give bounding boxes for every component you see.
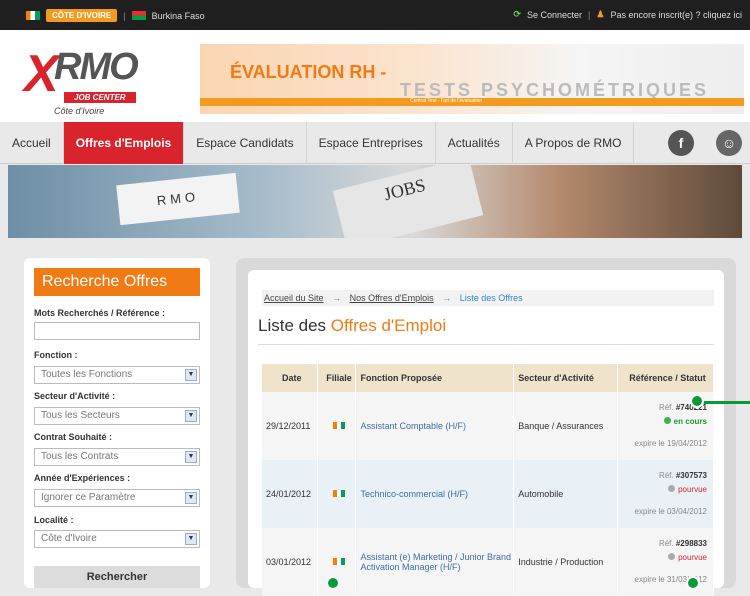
ivory-coast-flag-icon — [332, 490, 345, 497]
row-date: 29/12/2011 — [262, 392, 319, 460]
register-link[interactable]: Pas encore inscrit(e) ? cliquez ici — [610, 10, 742, 20]
keyword-input[interactable] — [34, 322, 200, 340]
col-branch[interactable]: Filiale — [317, 364, 357, 392]
page-title: Liste des Offres d'Emploi — [258, 316, 447, 335]
contract-select[interactable]: Tous les Contrats ▼ — [34, 448, 200, 466]
nav-item-candidates[interactable]: Espace Candidats — [184, 121, 307, 164]
main-nav: Accueil Offres d'Emplois Espace Candidat… — [0, 121, 750, 164]
annotation-marker — [690, 394, 704, 408]
chevron-down-icon: ▼ — [185, 451, 197, 463]
row-sector: Banque / Assurances — [513, 392, 619, 460]
nav-item-news[interactable]: Actualités — [436, 121, 513, 164]
experience-select[interactable]: Ignorer ce Paramètre ▼ — [34, 489, 200, 507]
ivory-coast-flag-icon — [332, 422, 345, 429]
divider — [258, 344, 714, 345]
sector-select[interactable]: Tous les Secteurs ▼ — [34, 407, 200, 425]
breadcrumb-home[interactable]: Accueil du Site — [264, 293, 324, 303]
arrow-right-icon: → — [442, 293, 452, 303]
col-reference[interactable]: Référence / Statut — [617, 364, 714, 392]
skype-icon[interactable]: ☺ — [716, 130, 742, 156]
hero-card: RMO — [116, 172, 240, 226]
chevron-down-icon: ▼ — [185, 533, 197, 545]
user-icon: ♟ — [596, 9, 605, 19]
country-ivory-coast-link[interactable]: CÔTE D'IVOIRE — [46, 9, 118, 22]
nav-item-home[interactable]: Accueil — [0, 121, 64, 164]
function-select[interactable]: Toutes les Fonctions ▼ — [34, 366, 200, 384]
hero-image: RMO JOBS — [8, 165, 742, 238]
status-badge: pourvue — [678, 553, 707, 562]
nav-item-about[interactable]: A Propos de RMO — [513, 121, 635, 164]
top-bar: CÔTE D'IVOIRE | Burkina Faso ⟳ Se Connec… — [0, 0, 750, 30]
location-select[interactable]: Côte d'Ivoire ▼ — [34, 530, 200, 548]
header: X RMO JOB CENTER Côte d'Ivoire ÉVALUATIO… — [0, 30, 750, 122]
row-sector: Industrie / Production — [513, 528, 619, 596]
row-reference: Réf. #307573 pourvue expire le 03/04/201… — [617, 460, 714, 528]
status-filled-icon — [668, 553, 676, 560]
status-filled-icon — [668, 485, 676, 492]
search-title: Recherche Offres — [34, 268, 200, 296]
nav-item-companies[interactable]: Espace Entreprises — [307, 121, 436, 164]
facebook-icon[interactable]: f — [668, 130, 694, 156]
login-icon: ⟳ — [513, 9, 521, 19]
status-badge: pourvue — [678, 485, 707, 494]
job-title-link[interactable]: Technico-commercial (H/F) — [360, 489, 468, 499]
contract-label: Contrat Souhaité : — [34, 432, 112, 442]
job-title-link[interactable]: Assistant (e) Marketing / Junior Brand A… — [360, 552, 511, 572]
offers-table: Date Filiale Fonction Proposée Secteur d… — [262, 364, 714, 596]
login-link[interactable]: Se Connecter — [527, 10, 582, 20]
row-date: 24/01/2012 — [262, 460, 319, 528]
evaluation-banner[interactable]: ÉVALUATION RH - TESTS PSYCHOMÉTRIQUES Ce… — [200, 44, 744, 114]
breadcrumb-offers[interactable]: Nos Offres d'Emplois — [350, 293, 434, 303]
arrow-right-icon: → — [332, 293, 342, 303]
sector-label: Secteur d'Activité : — [34, 391, 116, 401]
offers-panel: Accueil du Site → Nos Offres d'Emplois →… — [236, 258, 736, 596]
table-row[interactable]: 29/12/2011 Assistant Comptable (H/F) Ban… — [262, 392, 714, 460]
breadcrumb: Accueil du Site → Nos Offres d'Emplois →… — [262, 290, 714, 306]
ivory-coast-flag-icon — [332, 558, 345, 565]
col-function[interactable]: Fonction Proposée — [355, 364, 515, 392]
search-sidebar: Recherche Offres Mots Recherchés / Référ… — [24, 258, 210, 588]
chevron-down-icon: ▼ — [185, 369, 197, 381]
nav-item-job-offers[interactable]: Offres d'Emplois — [63, 121, 185, 164]
search-button[interactable]: Rechercher — [34, 566, 200, 588]
ivory-coast-flag-icon — [26, 11, 40, 20]
burkina-faso-flag-icon — [131, 11, 146, 20]
keyword-label: Mots Recherchés / Référence : — [34, 308, 166, 318]
annotation-line — [702, 401, 750, 404]
location-label: Localité : — [34, 515, 74, 525]
col-sector[interactable]: Secteur d'Activité — [513, 364, 619, 392]
row-date: 03/01/2012 — [262, 528, 319, 596]
chevron-down-icon: ▼ — [185, 492, 197, 504]
breadcrumb-current: Liste des Offres — [459, 293, 523, 303]
table-row[interactable]: 24/01/2012 Technico-commercial (H/F) Aut… — [262, 460, 714, 528]
col-date[interactable]: Date — [262, 364, 319, 392]
status-open-icon — [663, 417, 671, 424]
country-burkina-faso-link[interactable]: Burkina Faso — [152, 11, 205, 21]
job-title-link[interactable]: Assistant Comptable (H/F) — [360, 421, 466, 431]
hero-newspaper: JOBS — [332, 165, 484, 238]
chevron-down-icon: ▼ — [185, 410, 197, 422]
rmo-logo[interactable]: X RMO JOB CENTER Côte d'Ivoire — [24, 44, 184, 118]
status-badge: en cours — [673, 417, 707, 426]
experience-label: Année d'Expériences : — [34, 473, 131, 483]
row-sector: Automobile — [513, 460, 619, 528]
function-label: Fonction : — [34, 350, 78, 360]
